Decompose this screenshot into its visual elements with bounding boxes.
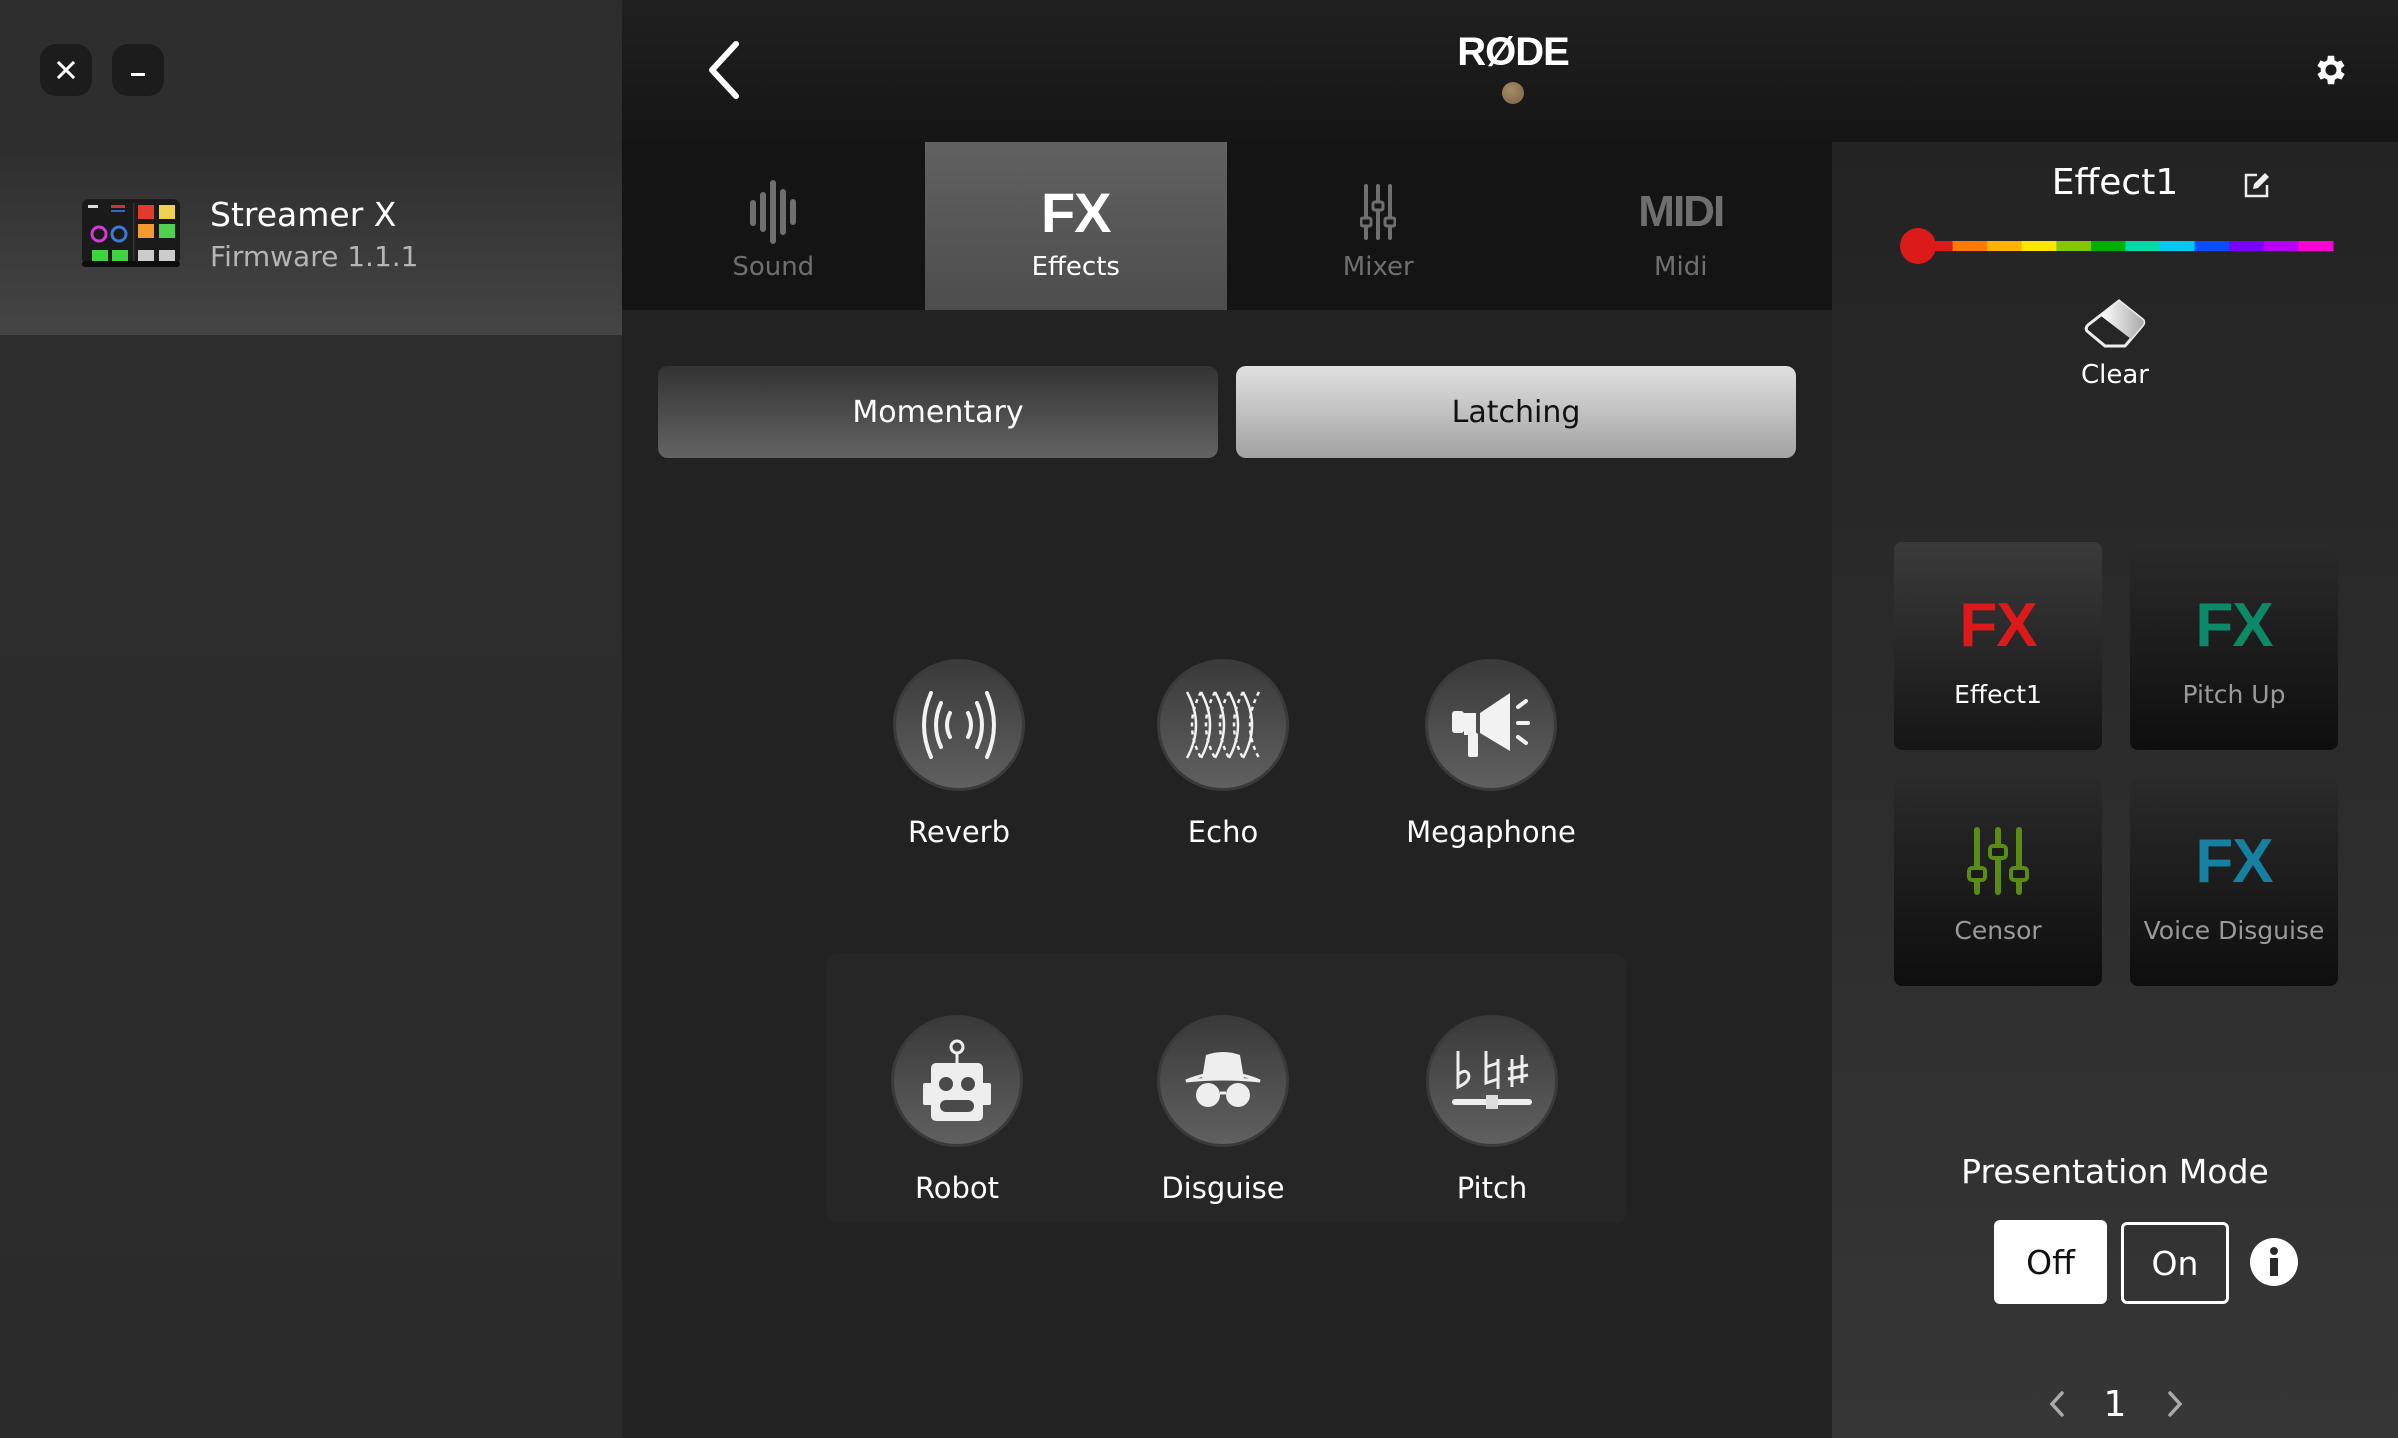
device-firmware: Firmware 1.1.1: [210, 240, 419, 273]
effects-main-area: [622, 310, 1832, 1438]
mixer-faders-icon: [1360, 184, 1397, 240]
device-name: Streamer X: [210, 195, 397, 234]
clear-label: Clear: [2081, 360, 2149, 390]
pitch-icon: [1452, 1051, 1532, 1109]
effect-label: Disguise: [1161, 1171, 1285, 1205]
tab-midi[interactable]: MIDI Midi: [1530, 142, 1833, 310]
tab-effects[interactable]: FX Effects: [924, 142, 1227, 310]
color-swatch[interactable]: [2090, 241, 2126, 251]
next-page-button[interactable]: [2164, 1382, 2186, 1426]
effect-label: Reverb: [907, 815, 1011, 849]
fx-icon: FX: [2195, 827, 2273, 896]
tab-label: Effects: [1031, 252, 1120, 282]
pad-title: Effect1: [2051, 162, 2179, 203]
robot-icon: [923, 1039, 991, 1121]
pad-label: Effect1: [1954, 680, 2042, 709]
color-swatch[interactable]: [2263, 241, 2299, 251]
reverb-icon: [922, 691, 996, 759]
fx-icon: FX: [1040, 180, 1112, 244]
color-swatch[interactable]: [1952, 241, 1988, 251]
edit-name-button[interactable]: [2243, 171, 2271, 199]
color-swatch[interactable]: [2229, 241, 2265, 251]
rode-logo: RØDE: [1457, 30, 1570, 74]
pad-label: Pitch Up: [2182, 680, 2286, 709]
momentary-button[interactable]: Momentary: [658, 366, 1218, 458]
back-button[interactable]: [700, 38, 750, 102]
effect-robot[interactable]: Robot: [837, 1015, 1077, 1205]
streamer-x-device-icon: [82, 199, 180, 267]
tab-label: Midi: [1654, 252, 1708, 282]
fx-icon: FX: [1959, 591, 2037, 660]
edit-icon: [2244, 173, 2269, 198]
fx-icon: FX: [2195, 591, 2273, 660]
color-swatch[interactable]: [1987, 241, 2023, 251]
color-swatch[interactable]: [2056, 241, 2092, 251]
color-slider[interactable]: [1899, 227, 2339, 265]
midi-icon: MIDI: [1638, 187, 1725, 236]
effect-echo[interactable]: Echo: [1103, 659, 1343, 849]
presentation-mode-on-button[interactable]: On: [2121, 1222, 2229, 1304]
color-slider-knob[interactable]: [1900, 228, 1936, 264]
effect-reverb[interactable]: Reverb: [839, 659, 1079, 849]
close-icon: [56, 60, 76, 80]
color-swatch[interactable]: [2298, 241, 2334, 251]
disguise-icon: [1185, 1052, 1261, 1107]
tab-label: Mixer: [1342, 252, 1414, 282]
minimize-window-button[interactable]: [112, 44, 164, 96]
effect-megaphone[interactable]: Megaphone: [1371, 659, 1611, 849]
color-swatch[interactable]: [2194, 241, 2230, 251]
tab-bar: Sound FX Effects Mixer MIDI Midi: [622, 142, 1832, 310]
chevron-left-icon: [2049, 1391, 2064, 1417]
echo-icon: [1185, 691, 1261, 759]
settings-button[interactable]: [2312, 51, 2350, 89]
color-swatch[interactable]: [2021, 241, 2057, 251]
pad-label: Voice Disguise: [2143, 916, 2325, 945]
eraser-icon: [2084, 299, 2146, 348]
sound-wave-icon: [750, 180, 797, 244]
tab-label: Sound: [732, 252, 815, 282]
effect-pitch[interactable]: Pitch: [1372, 1015, 1612, 1205]
tab-mixer[interactable]: Mixer: [1227, 142, 1530, 310]
mixer-faders-icon: [1967, 827, 2029, 895]
pad-effect1[interactable]: FX Effect1: [1894, 542, 2102, 750]
pad-voice-disguise[interactable]: FX Voice Disguise: [2130, 778, 2338, 986]
presentation-mode-label: Presentation Mode: [1961, 1152, 2269, 1191]
gear-icon: [2317, 55, 2345, 85]
pad-pitch-up[interactable]: FX Pitch Up: [2130, 542, 2338, 750]
presentation-mode-off-button[interactable]: Off: [1994, 1220, 2107, 1304]
latching-button[interactable]: Latching: [1236, 366, 1796, 458]
pad-censor[interactable]: Censor: [1894, 778, 2102, 986]
color-swatch[interactable]: [2160, 241, 2196, 251]
info-icon: [2270, 1247, 2278, 1276]
megaphone-icon: [1452, 693, 1530, 757]
close-window-button[interactable]: [40, 44, 92, 96]
minimize-icon: [131, 73, 145, 76]
chevron-left-icon: [709, 41, 739, 99]
effect-label: Echo: [1187, 815, 1259, 849]
info-button[interactable]: [2250, 1238, 2298, 1286]
effect-disguise[interactable]: Disguise: [1103, 1015, 1343, 1205]
page-number: 1: [2103, 1383, 2127, 1425]
tab-sound[interactable]: Sound: [622, 142, 925, 310]
color-swatch[interactable]: [2125, 241, 2161, 251]
previous-page-button[interactable]: [2046, 1382, 2068, 1426]
clear-button[interactable]: Clear: [2055, 298, 2175, 392]
connection-status-dot: [1502, 82, 1524, 104]
pad-label: Censor: [1954, 916, 2042, 945]
effect-label: Megaphone: [1406, 815, 1576, 849]
effect-label: Robot: [914, 1171, 1000, 1205]
effect-label: Pitch: [1456, 1171, 1528, 1205]
chevron-right-icon: [2168, 1391, 2183, 1417]
